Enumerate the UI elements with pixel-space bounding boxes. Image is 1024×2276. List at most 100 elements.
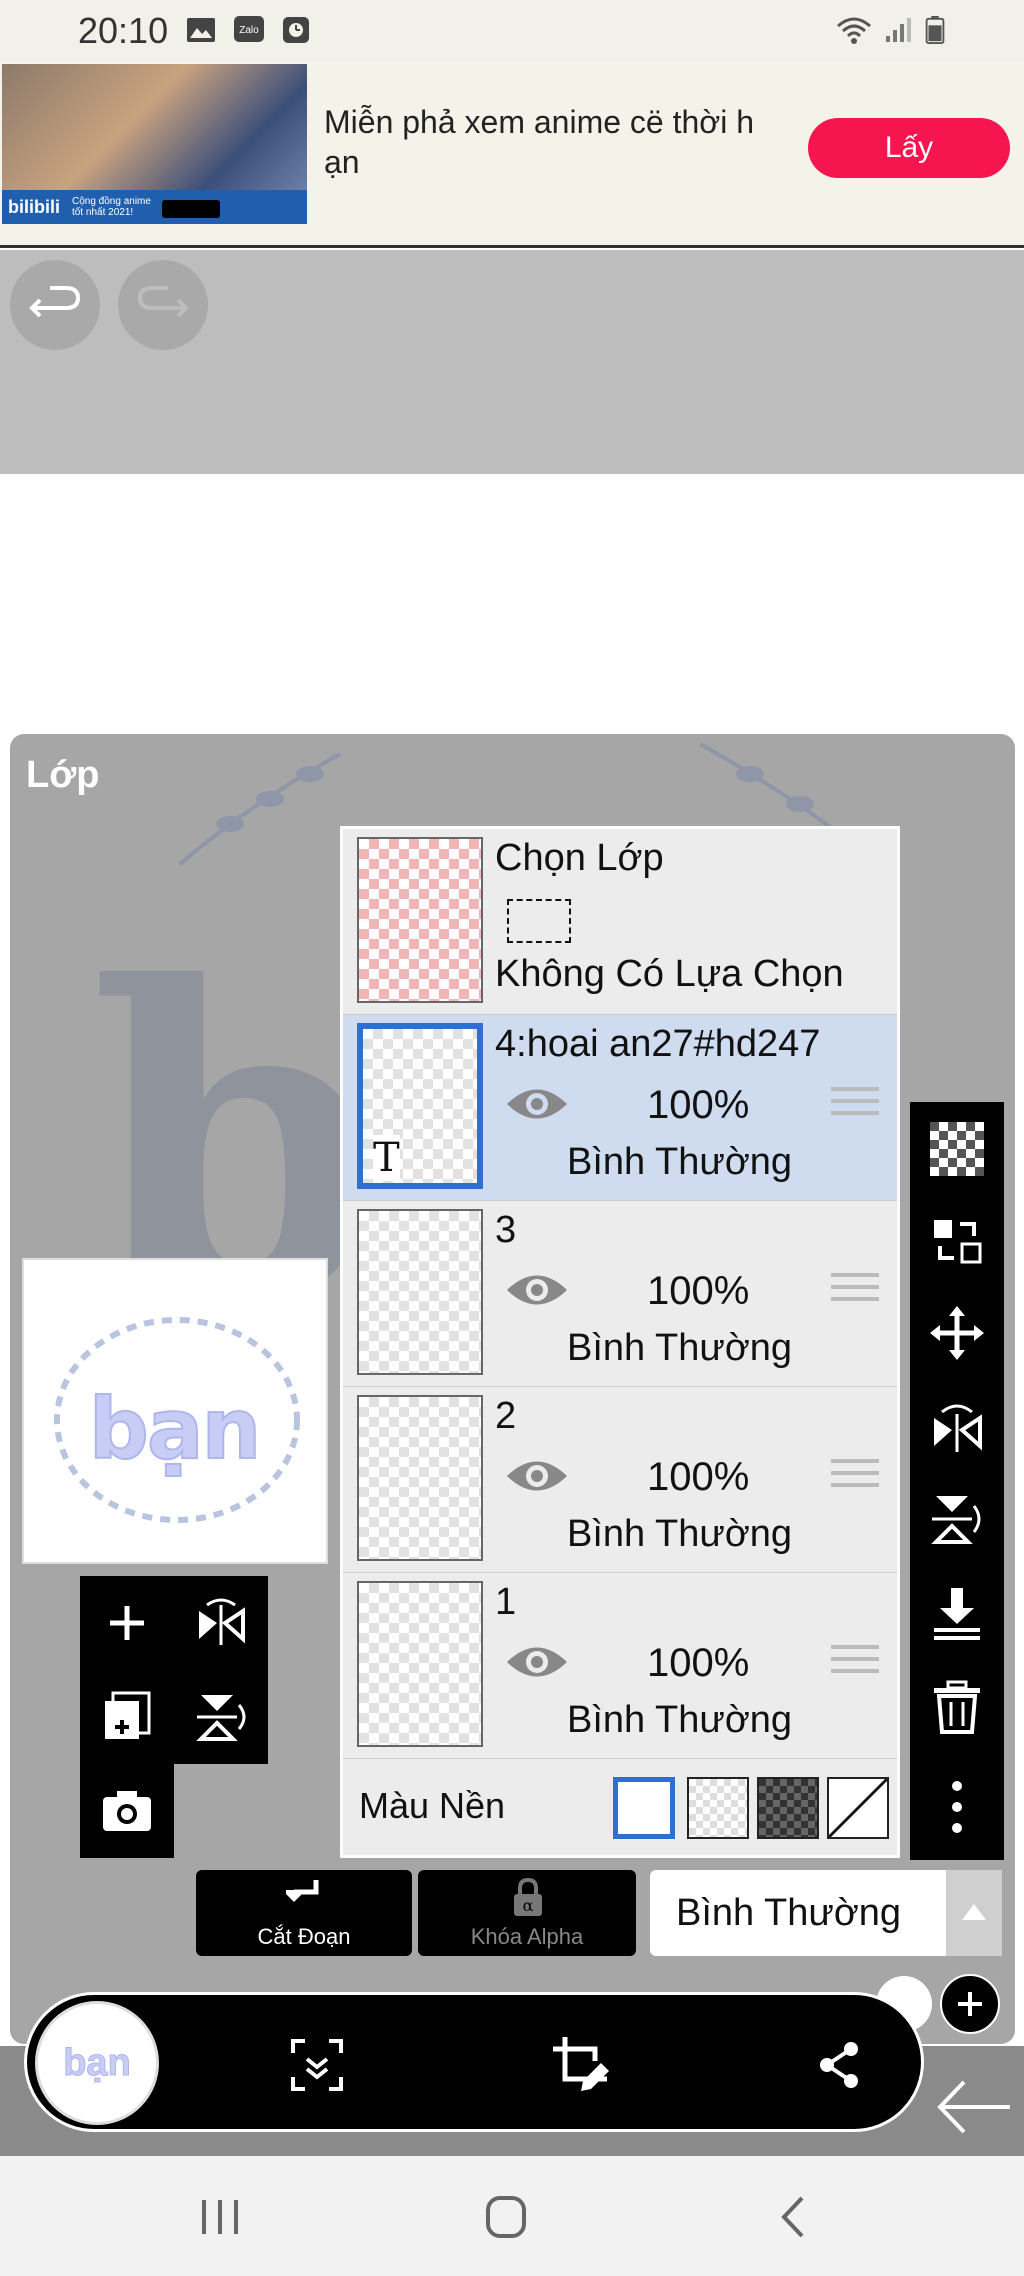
drag-handle-icon[interactable] <box>831 1087 879 1123</box>
canvas-preview[interactable]: bạn <box>22 1258 328 1564</box>
chevron-up-icon[interactable] <box>946 1870 1002 1956</box>
selection-title: Chọn Lớp <box>495 837 664 879</box>
layer-row-4[interactable]: T 4:hoai an27#hd247 100% Bình Thường <box>343 1015 897 1201</box>
right-toolbox <box>910 1102 1004 1860</box>
layer-thumb <box>357 1209 483 1375</box>
plus-icon <box>110 1606 144 1640</box>
clock-icon <box>283 17 309 43</box>
trash-icon[interactable] <box>930 1680 984 1734</box>
layer-row-3[interactable]: 3 100% Bình Thường <box>343 1201 897 1387</box>
layer-thumb: T <box>357 1023 483 1189</box>
flip-vertical-icon <box>196 1695 246 1741</box>
ad-brand: bilibili <box>8 197 60 217</box>
ad-text[interactable]: Miễn phả xem anime cë thời h ạn <box>324 102 784 182</box>
clipping-icon <box>286 1880 319 1902</box>
layer-row-2[interactable]: 2 100% Bình Thường <box>343 1387 897 1573</box>
quick-action-pill: bạn <box>24 1992 924 2132</box>
layer-opacity[interactable]: 100% <box>647 1455 749 1500</box>
redo-icon <box>137 286 189 318</box>
selection-status: Không Có Lựa Chọn <box>495 953 844 995</box>
canvas-thumbnail[interactable]: bạn <box>35 2001 159 2125</box>
drag-handle-icon[interactable] <box>831 1645 879 1681</box>
ad-get-button[interactable]: Lấy <box>808 118 1010 178</box>
status-bar: 20:10 Zalo <box>0 0 1024 62</box>
layer-opacity[interactable]: 100% <box>647 1641 749 1686</box>
status-time: 20:10 <box>78 10 169 51</box>
back-icon[interactable] <box>764 2192 824 2242</box>
eye-icon[interactable] <box>505 1081 569 1127</box>
battery-icon <box>925 16 945 44</box>
fit-screen-icon[interactable] <box>287 2035 347 2095</box>
layer-name: 1 <box>495 1581 517 1623</box>
share-icon[interactable] <box>817 2035 863 2095</box>
flip-horizontal-button[interactable] <box>174 1576 268 1670</box>
camera-button[interactable] <box>80 1764 174 1858</box>
eye-icon[interactable] <box>505 1639 569 1685</box>
google-play-badge-icon <box>162 200 220 218</box>
undo-icon <box>29 286 81 318</box>
zoom-plus-button[interactable] <box>940 1974 1000 2034</box>
drag-handle-icon[interactable] <box>831 1273 879 1309</box>
wifi-icon <box>837 17 871 44</box>
leaf-decoration-icon <box>178 752 341 866</box>
layer-row-1[interactable]: 1 100% Bình Thường <box>343 1573 897 1759</box>
layer-blend-mode: Bình Thường <box>567 1699 793 1741</box>
recent-apps-icon[interactable] <box>190 2192 250 2242</box>
left-toolbox <box>80 1576 268 1858</box>
swatch-white[interactable] <box>613 1777 675 1839</box>
flip-horizontal-icon[interactable] <box>930 1400 984 1454</box>
plus-icon <box>958 1992 982 2016</box>
selection-layer-row[interactable]: Chọn Lớp Không Có Lựa Chọn <box>343 829 897 1015</box>
layer-opacity[interactable]: 100% <box>647 1269 749 1314</box>
layer-name: 4:hoai an27#hd247 <box>495 1023 821 1065</box>
blend-mode-value: Bình Thường <box>676 1892 902 1934</box>
merge-down-icon[interactable] <box>930 1586 984 1640</box>
transfer-layer-icon[interactable] <box>930 1214 984 1268</box>
layer-blend-mode: Bình Thường <box>567 1141 793 1183</box>
layers-list: Chọn Lớp Không Có Lựa Chọn T 4:hoai an27… <box>340 826 900 1858</box>
layer-name: 3 <box>495 1209 517 1251</box>
add-layer-button[interactable] <box>80 1576 174 1670</box>
background-color-label: Màu Nền <box>359 1785 506 1826</box>
layer-blend-mode: Bình Thường <box>567 1513 793 1555</box>
swatch-none[interactable] <box>827 1777 889 1839</box>
eye-icon[interactable] <box>505 1267 569 1313</box>
background-color-row: Màu Nền <box>343 1759 897 1855</box>
lock-icon: α <box>514 1877 542 1916</box>
more-options-icon[interactable] <box>930 1780 984 1834</box>
swatch-transparent-dark[interactable] <box>757 1777 819 1839</box>
move-icon[interactable] <box>930 1306 984 1360</box>
redo-button[interactable] <box>118 260 208 350</box>
ad-banner[interactable]: bilibili Cộng đồng anime tốt nhất 2021! … <box>0 62 1024 248</box>
zalo-icon: Zalo <box>234 16 264 42</box>
undo-button[interactable] <box>10 260 100 350</box>
layer-thumb <box>357 1395 483 1561</box>
checkerboard-icon[interactable] <box>930 1122 984 1176</box>
blend-mode-select[interactable]: Bình Thường <box>650 1870 1002 1956</box>
selection-thumb <box>357 837 483 1003</box>
back-arrow-icon[interactable] <box>934 2074 1014 2140</box>
canvas-area[interactable] <box>0 474 1024 734</box>
home-icon[interactable] <box>476 2192 536 2242</box>
ad-image[interactable]: bilibili Cộng đồng anime tốt nhất 2021! <box>2 64 307 224</box>
flip-vertical-icon[interactable] <box>930 1492 984 1546</box>
eye-icon[interactable] <box>505 1453 569 1499</box>
flip-vertical-button[interactable] <box>174 1670 268 1764</box>
system-nav-bar <box>0 2156 1024 2276</box>
clipping-label: Cắt Đoạn <box>257 1924 351 1949</box>
text-layer-badge: T <box>373 1135 400 1181</box>
layer-thumb <box>357 1581 483 1747</box>
clipping-button[interactable]: Cắt Đoạn <box>196 1870 412 1956</box>
layer-opacity[interactable]: 100% <box>647 1083 749 1128</box>
alpha-lock-button[interactable]: α Khóa Alpha <box>418 1870 636 1956</box>
svg-text:α: α <box>523 1896 534 1915</box>
thumbnail-word: bạn <box>63 2042 132 2085</box>
duplicate-layer-icon <box>105 1691 151 1739</box>
crop-edit-icon[interactable] <box>551 2035 611 2095</box>
swatch-transparent-light[interactable] <box>687 1777 749 1839</box>
duplicate-layer-button[interactable] <box>80 1670 174 1764</box>
drag-handle-icon[interactable] <box>831 1459 879 1495</box>
panel-title: Lớp <box>26 754 100 796</box>
preview-word: bạn <box>88 1379 263 1479</box>
svg-text:Zalo: Zalo <box>239 25 259 36</box>
